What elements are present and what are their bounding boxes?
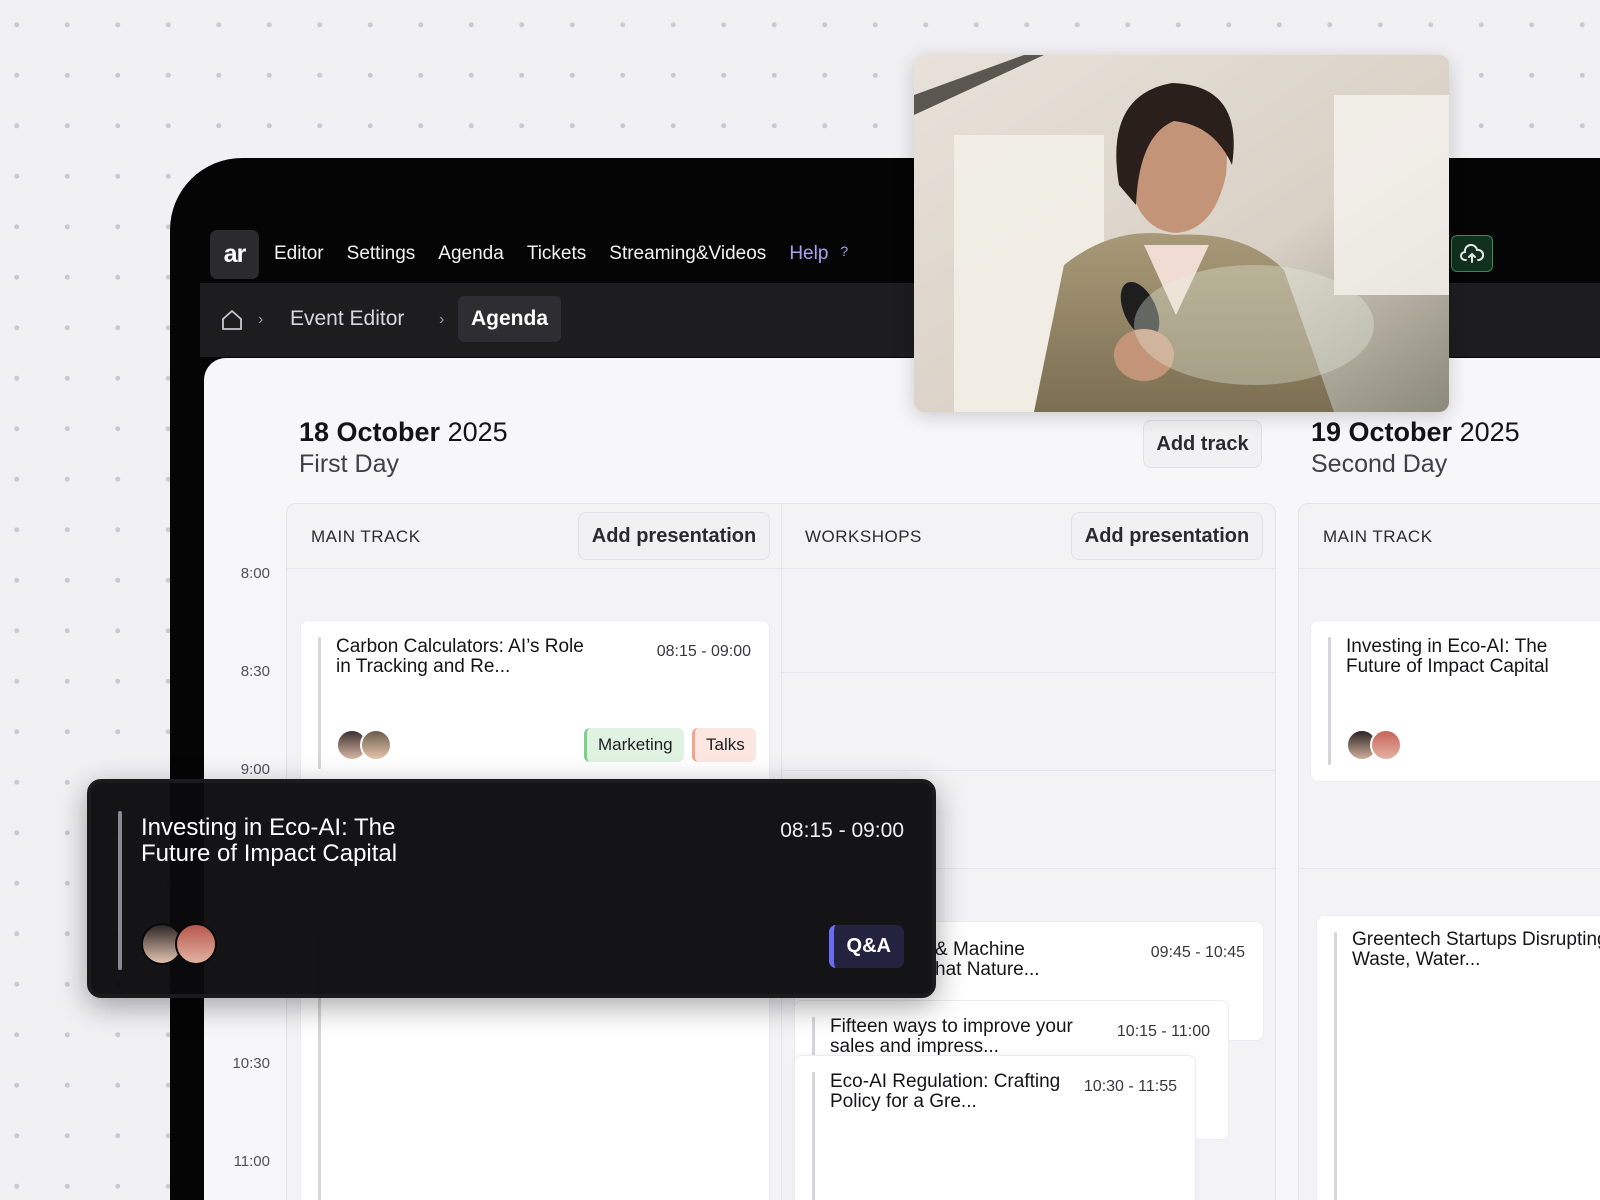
app-logo[interactable]: ar [210, 229, 259, 279]
avatar [1370, 729, 1402, 761]
presentation-card[interactable]: Eco-AI Regulation: Crafting Policy for a… [794, 1055, 1196, 1200]
speaker-avatars [141, 923, 217, 965]
speaker-photo [914, 55, 1449, 412]
publish-button[interactable] [1451, 235, 1493, 272]
day-header-1: 18 October 2025 First Day [299, 417, 508, 479]
card-title: Carbon Calculators: AI’s Role in Trackin… [336, 636, 584, 677]
day2-year: 2025 [1459, 417, 1520, 447]
card-time: 08:15 - 09:00 [656, 643, 751, 660]
grid-line [782, 770, 1275, 771]
day1-subtitle: First Day [299, 450, 399, 478]
card-time: 10:15 - 11:00 [1116, 1023, 1210, 1040]
breadcrumb-event-editor[interactable]: Event Editor [290, 307, 404, 331]
card-accent-bar [1328, 637, 1331, 765]
day1-year: 2025 [447, 417, 508, 447]
chevron-right-icon: › [439, 311, 445, 328]
card-accent-bar [318, 637, 321, 769]
tag-talks: Talks [692, 728, 756, 762]
time-label: 10:30 [232, 1055, 270, 1072]
cloud-upload-icon [1460, 243, 1484, 263]
day1-date: 18 October [299, 417, 441, 447]
speaker-avatars [336, 729, 392, 761]
nav-tickets[interactable]: Tickets [527, 243, 586, 265]
tag-qa: Q&A [828, 925, 904, 968]
card-title: Fifteen ways to improve your sales and i… [830, 1017, 1073, 1057]
time-label: 9:00 [240, 761, 270, 778]
header-divider [287, 568, 1275, 569]
time-label: 8:30 [240, 663, 270, 680]
card-title: Investing in Eco-AI: The Future of Impac… [141, 814, 398, 867]
presentation-card[interactable]: Investing in Eco-AI: The Future of Impac… [1310, 620, 1600, 782]
avatar [175, 923, 217, 965]
top-nav: ar Editor Settings Agenda Tickets Stream… [210, 229, 848, 279]
add-presentation-button[interactable]: Add presentation [578, 512, 770, 560]
add-presentation-button[interactable]: Add presentation [1071, 512, 1263, 560]
header-divider [1299, 568, 1600, 569]
track-header-main-day1: MAIN TRACK [311, 527, 421, 546]
chevron-right-icon: › [258, 311, 264, 328]
presentation-card[interactable]: Greentech Startups Disrupting Waste, Wat… [1316, 915, 1600, 1200]
nav-help[interactable]: Help [789, 243, 828, 265]
day-header-2: 19 October 2025 Second Day [1311, 417, 1520, 479]
card-time: 10:30 - 11:55 [1083, 1078, 1177, 1095]
avatar [360, 729, 392, 761]
card-title-line: hat Nature... [935, 959, 1040, 980]
card-title: Eco-AI Regulation: Crafting Policy for a… [830, 1071, 1061, 1112]
card-accent-bar [1334, 932, 1337, 1200]
nav-settings[interactable]: Settings [347, 243, 416, 265]
time-label: 11:00 [233, 1153, 270, 1170]
home-icon[interactable] [220, 308, 244, 332]
card-title: Greentech Startups Disrupting Waste, Wat… [1352, 929, 1600, 970]
nav-streaming[interactable]: Streaming&Videos [609, 243, 766, 265]
speaker-avatars [1346, 729, 1402, 761]
day2-subtitle: Second Day [1311, 450, 1448, 478]
dragged-presentation-card[interactable]: Investing in Eco-AI: The Future of Impac… [87, 779, 936, 998]
card-title: Investing in Eco-AI: The Future of Impac… [1346, 636, 1549, 677]
add-track-button[interactable]: Add track [1143, 420, 1262, 468]
presentation-card[interactable]: Carbon Calculators: AI’s Role in Trackin… [300, 620, 770, 786]
card-accent-bar [118, 811, 122, 970]
card-title-line: & Machine [935, 939, 1025, 960]
grid-line [1299, 868, 1600, 869]
card-time: 08:15 - 09:00 [780, 819, 904, 842]
day2-date: 19 October [1311, 417, 1453, 447]
nav-editor[interactable]: Editor [274, 243, 324, 265]
card-title: & Machine hat Nature... [935, 940, 1040, 980]
tag-marketing: Marketing [584, 728, 684, 762]
track-header-main-day2: MAIN TRACK [1323, 527, 1433, 546]
card-time: 09:45 - 10:45 [1150, 944, 1245, 961]
track-header-workshops: WORKSHOPS [805, 527, 922, 546]
help-question-icon[interactable]: ? [840, 243, 848, 265]
card-accent-bar [812, 1072, 815, 1200]
time-label: 8:00 [240, 565, 270, 582]
grid-line [782, 672, 1275, 673]
speaker-image [914, 55, 1449, 412]
nav-agenda[interactable]: Agenda [438, 243, 504, 265]
breadcrumb-agenda[interactable]: Agenda [458, 296, 562, 342]
